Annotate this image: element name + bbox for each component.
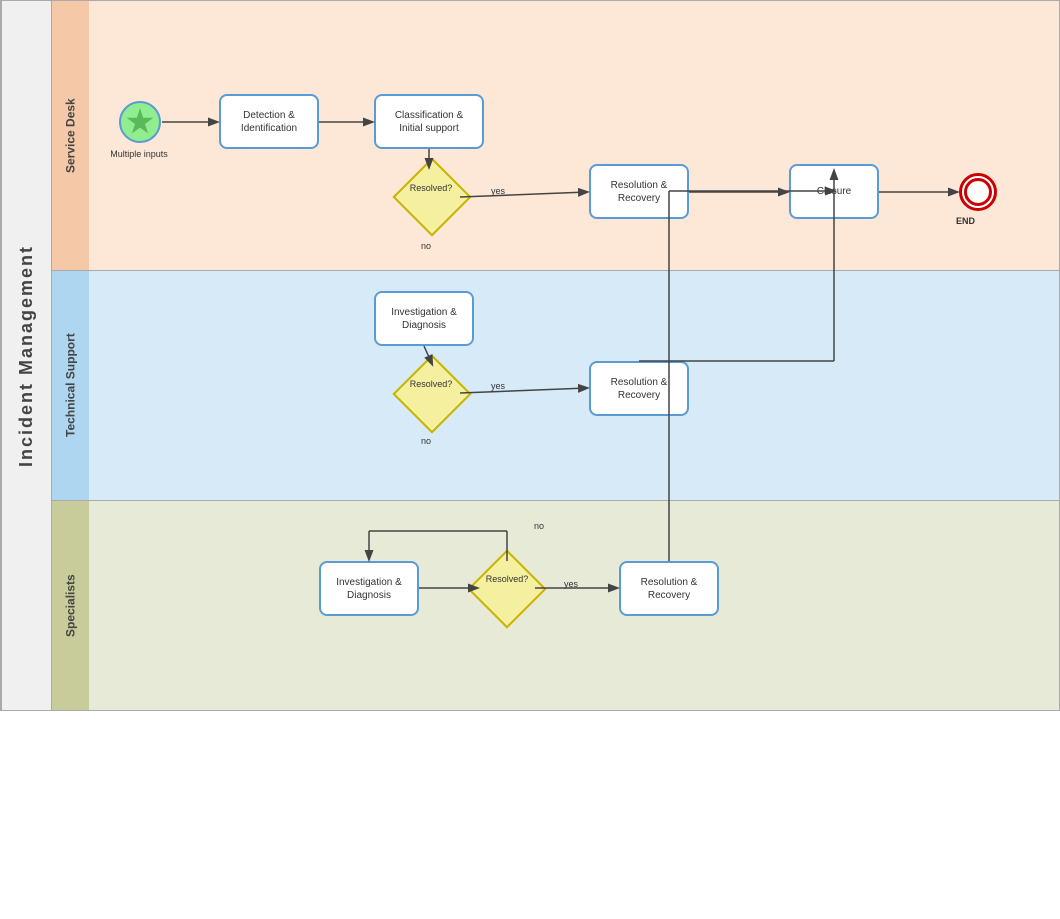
detection-label: Detection & Identification	[241, 109, 297, 135]
arrows-lane3	[89, 501, 1059, 710]
investigation1-label: Investigation & Diagnosis	[391, 306, 457, 332]
lane-content-technical: Investigation & Diagnosis Resolved? yes …	[89, 271, 1059, 500]
lane-specialists: Specialists Investigation & Diagnosis Re…	[51, 501, 1059, 710]
investigation1-box: Investigation & Diagnosis	[374, 291, 474, 346]
closure-box: Closure	[789, 164, 879, 219]
start-label: Multiple inputs	[99, 149, 179, 159]
diamond-1	[392, 157, 471, 236]
end-node	[959, 173, 997, 211]
yes-label-2: yes	[491, 381, 505, 391]
lane-service-desk: Service Desk Multiple inputs Detection &…	[51, 1, 1059, 271]
closure-label: Closure	[817, 185, 851, 198]
investigation2-box: Investigation & Diagnosis	[319, 561, 419, 616]
lane-label-service-desk: Service Desk	[51, 1, 89, 270]
detection-box: Detection & Identification	[219, 94, 319, 149]
resolution3-box: Resolution & Recovery	[619, 561, 719, 616]
lanes-container: Service Desk Multiple inputs Detection &…	[51, 1, 1059, 710]
arrows-lane2	[89, 271, 1059, 500]
lane-label-technical: Technical Support	[51, 271, 89, 500]
classification-label: Classification & Initial support	[395, 109, 463, 135]
resolution2-box: Resolution & Recovery	[589, 361, 689, 416]
end-label: END	[956, 216, 975, 226]
diamond-2	[392, 354, 471, 433]
start-node	[119, 101, 161, 143]
yes-label-1: yes	[491, 186, 505, 196]
lane-content-specialists: Investigation & Diagnosis Resolved? yes …	[89, 501, 1059, 710]
no-label-3: no	[534, 521, 544, 531]
main-container: Incident Management Service Desk Multipl…	[0, 0, 1060, 711]
resolution2-label: Resolution & Recovery	[611, 376, 668, 402]
investigation2-label: Investigation & Diagnosis	[336, 576, 402, 602]
classification-box: Classification & Initial support	[374, 94, 484, 149]
diagram-title: Incident Management	[1, 1, 51, 710]
cross-lane-arrows	[89, 501, 1059, 919]
yes-label-3: yes	[564, 579, 578, 589]
start-icon	[126, 108, 154, 136]
lane-technical: Technical Support Investigation & Diagno…	[51, 271, 1059, 501]
resolution1-label: Resolution & Recovery	[611, 179, 668, 205]
lane-content-service-desk: Multiple inputs Detection & Identificati…	[89, 1, 1059, 270]
resolution1-box: Resolution & Recovery	[589, 164, 689, 219]
diamond-3	[467, 549, 546, 628]
no-label-2: no	[421, 436, 431, 446]
end-icon	[964, 178, 992, 206]
lane-label-specialists: Specialists	[51, 501, 89, 710]
no-label-1: no	[421, 241, 431, 251]
resolution3-label: Resolution & Recovery	[641, 576, 698, 602]
